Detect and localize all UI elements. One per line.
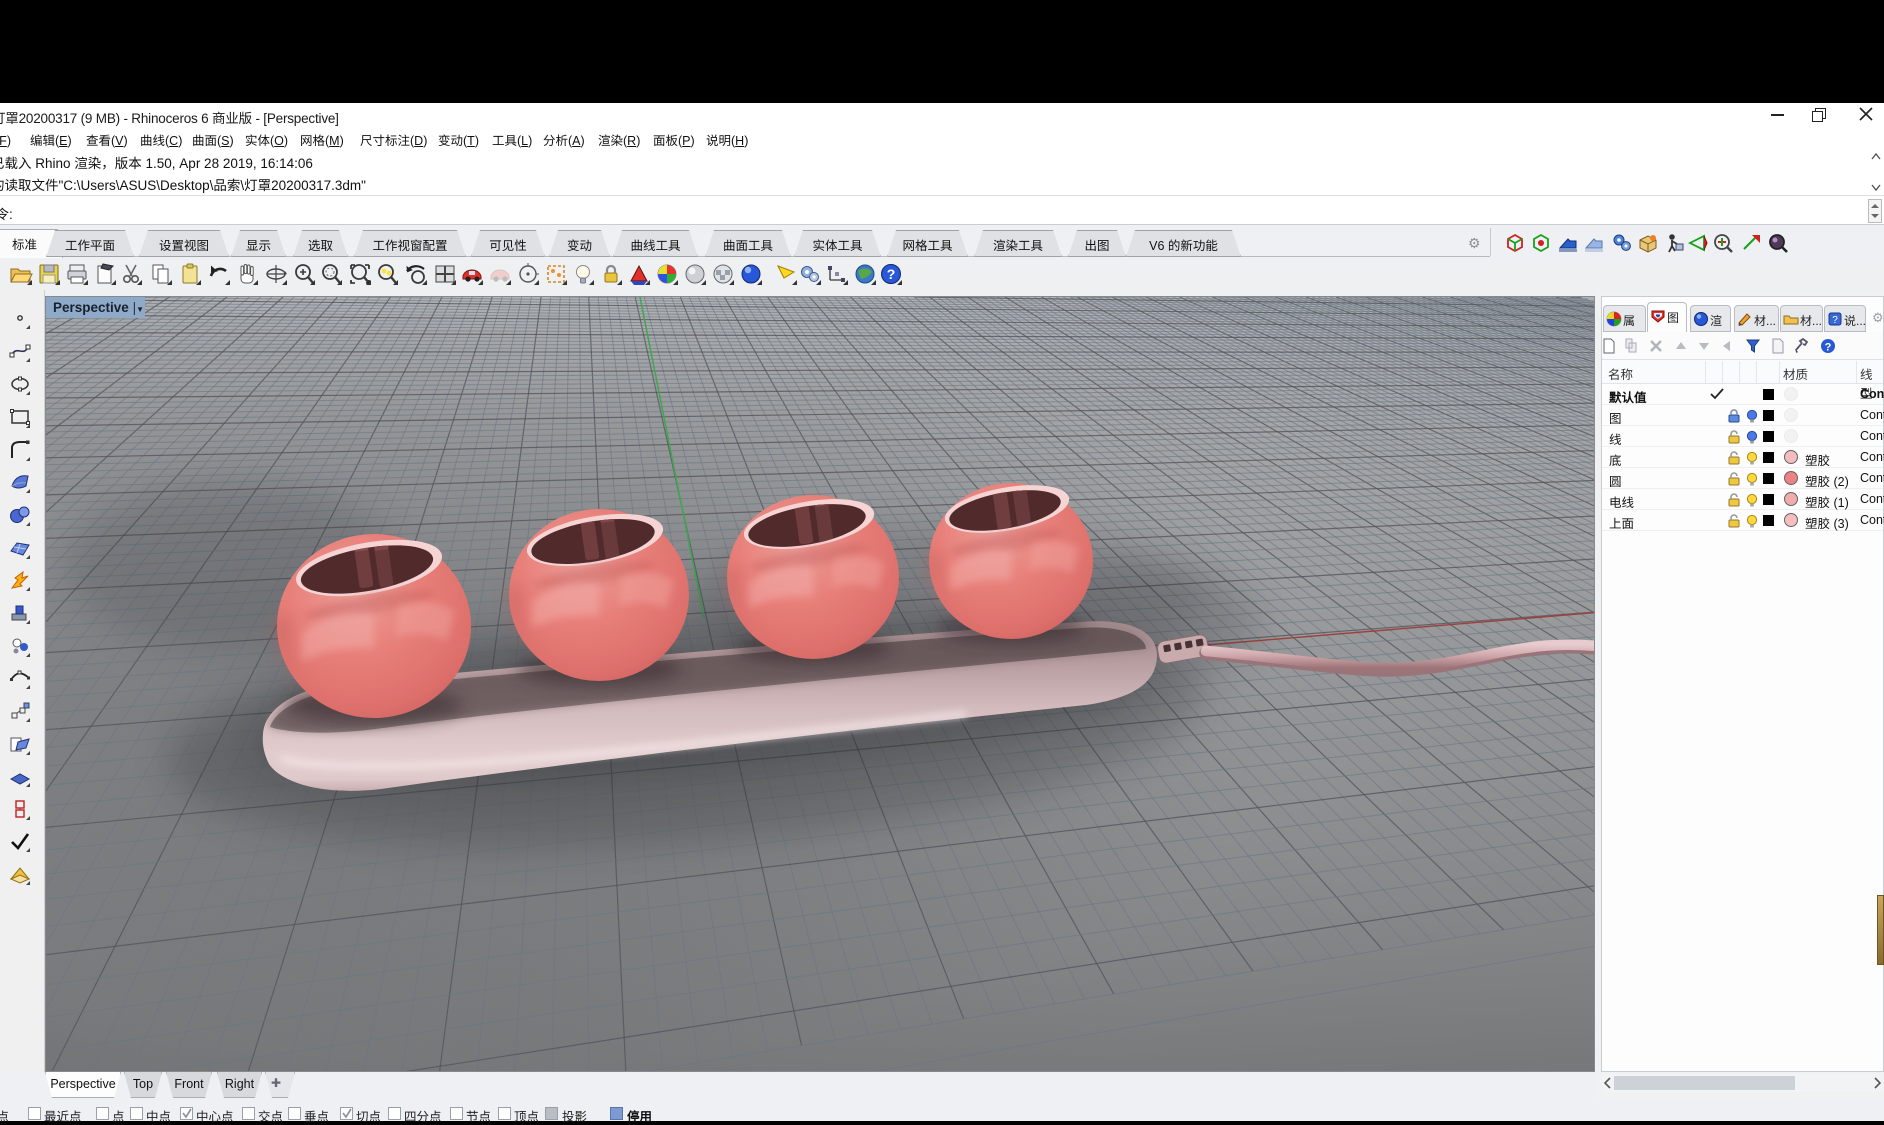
svg-text:?: ? [1832,315,1838,326]
svg-text:?: ? [887,266,896,282]
svg-text:?: ? [1825,342,1832,354]
